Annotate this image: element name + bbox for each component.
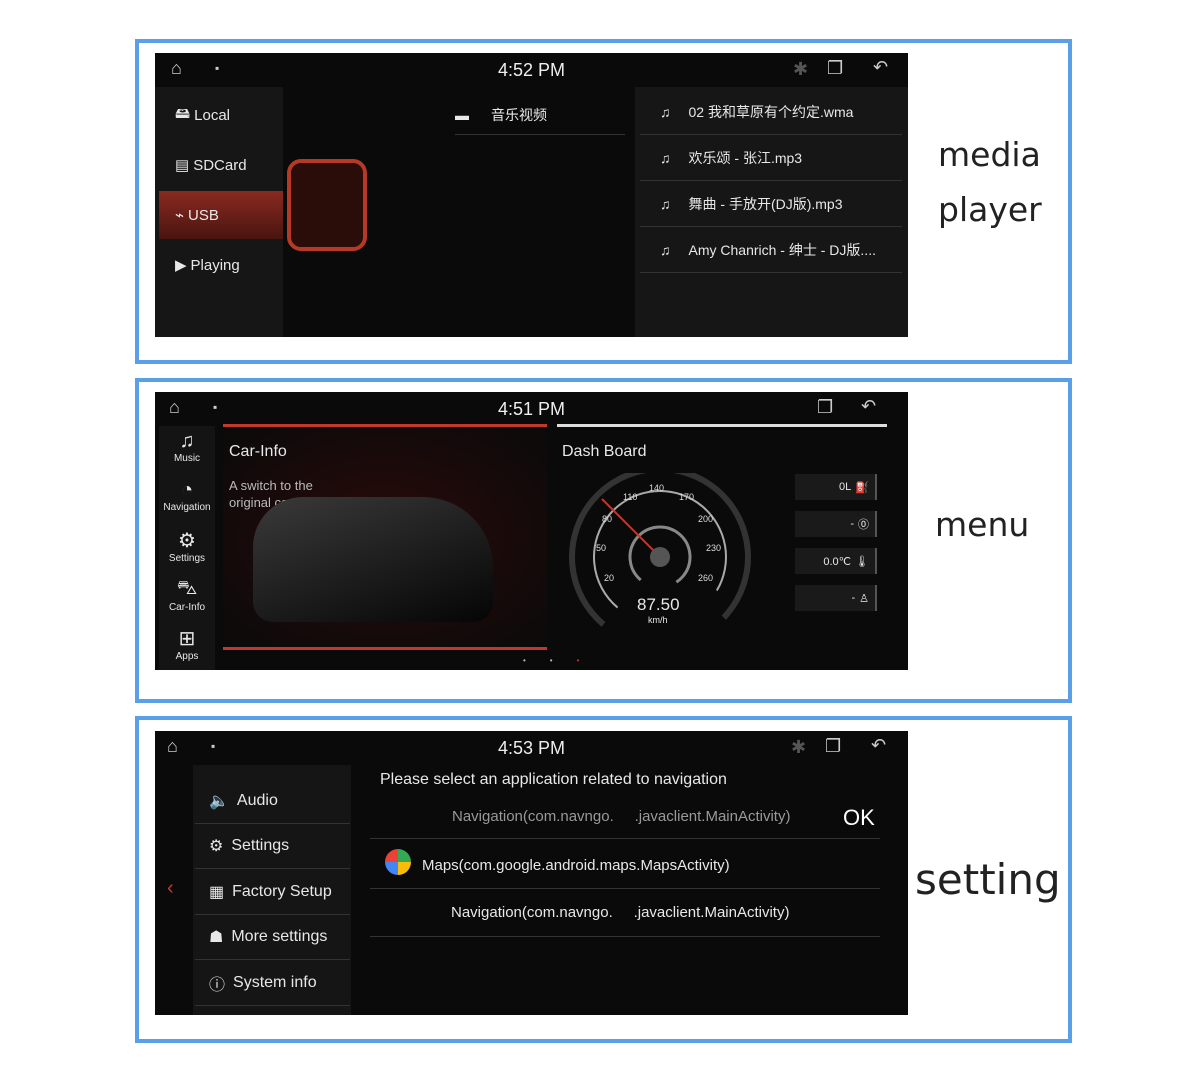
fuel-icon: ⛽	[855, 481, 869, 494]
play-icon: ▶	[175, 257, 187, 274]
music-file-icon: ♫	[660, 241, 671, 258]
dash-board-title: Dash Board	[562, 443, 647, 460]
fuel-indicator: 0L ⛽	[795, 474, 877, 500]
caption-media: media	[938, 135, 1041, 174]
menu-factory-setup[interactable]: ▦ Factory Setup	[195, 870, 350, 915]
music-file-icon: ♫	[660, 103, 671, 120]
music-icon: ♫	[179, 430, 195, 452]
recent-apps-icon[interactable]: ❐	[817, 397, 833, 418]
gear-icon: ⚙	[178, 530, 196, 552]
file-item[interactable]: ♫ 02 我和草原有个约定.wma	[640, 89, 902, 135]
menu-system-info[interactable]: ⓘ System info	[195, 961, 350, 1006]
media-player-screen: ⌂ ▪ 4:52 PM ✱ ❐ ↶ 🖴 Local ▤ SDCard ⌁ USB ▶ P…	[155, 53, 908, 337]
nav-option[interactable]: Navigation(com.navngo. .javaclient.MainA…	[370, 801, 880, 839]
dock-navigation[interactable]: ◔ Navigation	[159, 475, 215, 524]
settings-menu: 🔈 Audio ⚙ Settings ▦ Factory Setup ☗ More se…	[155, 765, 351, 1015]
page-indicator[interactable]: •••	[523, 656, 603, 665]
car-info-title: Car-Info	[229, 443, 287, 460]
brake-icon: ⓪	[858, 519, 869, 531]
brake-indicator: -⓪	[795, 511, 877, 537]
menu-settings[interactable]: ⚙ Settings	[195, 824, 350, 869]
dock-car-info[interactable]: ⛍ Car-Info	[159, 573, 215, 622]
sdcard-icon: ▤	[175, 157, 190, 174]
caption-player: player	[938, 190, 1042, 229]
menu-screen: ⌂ ▪ 4:51 PM ❐ ↶ ♫ Music ◔ Navigation ⚙ Sett…	[155, 392, 908, 670]
dialog-prompt: Please select an application related to …	[380, 771, 727, 788]
nav-option[interactable]: Navigation(com.navngo. .javaclient.MainA…	[370, 889, 880, 937]
folder-icon: ▬	[455, 106, 469, 123]
file-item[interactable]: ♫ 欢乐颂 - 张江.mp3	[640, 135, 902, 181]
menu-audio[interactable]: 🔈 Audio	[195, 779, 350, 824]
dock: ♫ Music ◔ Navigation ⚙ Settings ⛍ Car-Info ⊞…	[159, 426, 215, 670]
google-maps-icon	[385, 849, 411, 875]
car-info-card[interactable]: Car-Info A switch to theoriginal car int…	[223, 424, 547, 650]
dock-settings[interactable]: ⚙ Settings	[159, 524, 215, 573]
file-item[interactable]: ♫ 舞曲 - 手放开(DJ版).mp3	[640, 181, 902, 227]
speed-unit: km/h	[648, 615, 668, 625]
clock: 4:51 PM	[497, 399, 566, 419]
source-playing[interactable]: ▶ Playing	[159, 241, 283, 289]
nav-option[interactable]: Maps(com.google.android.maps.MapsActivit…	[370, 839, 880, 889]
source-local[interactable]: 🖴 Local	[159, 91, 283, 139]
recent-apps-icon[interactable]: ❐	[825, 736, 841, 757]
usb-icon: ⌁	[175, 207, 185, 224]
source-usb[interactable]: ⌁ USB	[159, 191, 283, 239]
apps-icon: ⊞	[178, 628, 196, 650]
folder-item[interactable]: ▬ 音乐视频	[455, 95, 625, 135]
music-file-icon: ♫	[660, 149, 671, 166]
status-bar: ⌂ ▪ 4:51 PM ❐ ↶	[155, 392, 908, 426]
factory-icon: ▦	[209, 884, 225, 901]
file-item[interactable]: ♫ Amy Chanrich - 绅士 - DJ版....	[640, 227, 902, 273]
setting-screen: ⌂ ▪ 4:53 PM ✱ ❐ ↶ ‹ 🔈 Audio ⚙ Settings ▦ Fa…	[155, 731, 908, 1015]
caption-setting: setting	[915, 855, 1061, 904]
thermometer-icon: 🌡	[855, 555, 869, 568]
back-icon[interactable]: ↶	[871, 735, 886, 756]
speed-value: 87.50	[637, 595, 680, 614]
gear-icon: ⚙	[209, 838, 224, 855]
car-icon: ⛍	[176, 577, 198, 599]
back-icon[interactable]: ↶	[861, 396, 876, 417]
dock-music[interactable]: ♫ Music	[159, 426, 215, 475]
usb-illustration-icon	[287, 159, 367, 251]
menu-more-settings[interactable]: ☗ More settings	[195, 915, 350, 960]
ok-button[interactable]: OK	[843, 805, 875, 831]
car-image	[253, 497, 493, 622]
seatbelt-indicator: - ♙	[795, 585, 877, 611]
caption-menu: menu	[935, 505, 1030, 544]
dash-board-card[interactable]: Dash Board 20 50 80 110 140 170 200 230 …	[557, 424, 887, 650]
back-icon[interactable]: ↶	[873, 57, 888, 78]
temperature-indicator: 0.0℃ 🌡	[795, 548, 877, 574]
navigation-icon: ◔	[180, 479, 194, 501]
source-sidebar: 🖴 Local ▤ SDCard ⌁ USB ▶ Playing	[155, 87, 283, 337]
recent-apps-icon[interactable]: ❐	[827, 58, 843, 79]
android-icon: ☗	[209, 929, 224, 946]
speaker-icon: 🔈	[209, 793, 229, 810]
bluetooth-icon: ✱	[793, 59, 809, 79]
seatbelt-icon: ♙	[859, 592, 869, 605]
bluetooth-icon: ✱	[791, 737, 807, 757]
hard-drive-icon: 🖴	[175, 104, 191, 122]
music-file-icon: ♫	[660, 195, 671, 212]
status-bar: ⌂ ▪ 4:53 PM ✱ ❐ ↶	[155, 731, 908, 765]
source-sdcard[interactable]: ▤ SDCard	[159, 141, 283, 189]
info-icon: ⓘ	[209, 977, 226, 994]
dock-apps[interactable]: ⊞ Apps	[159, 622, 215, 670]
status-bar: ⌂ ▪ 4:52 PM ✱ ❐ ↶	[155, 53, 908, 87]
